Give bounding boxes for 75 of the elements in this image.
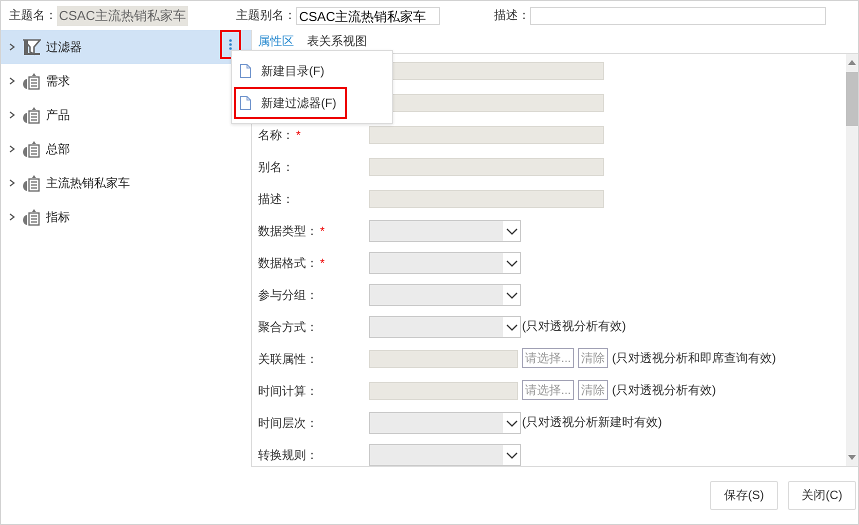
required-mark: *	[296, 128, 301, 142]
scroll-thumb[interactable]	[846, 72, 858, 126]
table-icon	[23, 72, 41, 90]
tree-item[interactable]: 总部	[1, 132, 251, 166]
field-label: 参与分组：	[258, 288, 318, 302]
field-label: 关联属性：	[258, 352, 318, 366]
text-field[interactable]	[369, 190, 604, 208]
table-icon	[23, 208, 41, 226]
field-label: 描述：	[258, 192, 294, 206]
tree-label: 总部	[46, 140, 70, 158]
table-icon	[23, 106, 41, 124]
chevron-icon	[9, 179, 15, 187]
scroll-down-icon	[848, 455, 856, 460]
hint-text: (只对透视分析有效)	[612, 382, 716, 398]
hint-text: (只对透视分析新建时有效)	[522, 414, 662, 430]
tree-label: 主流热销私家车	[46, 174, 130, 192]
table-icon	[23, 140, 41, 158]
chevron-icon	[9, 77, 15, 85]
text-field[interactable]	[369, 382, 518, 400]
hint-text: (只对透视分析有效)	[522, 318, 626, 334]
field-label: 名称：	[258, 128, 294, 142]
chevron-down-icon	[506, 260, 518, 266]
input-field[interactable]: CSAC主流热销私家车	[296, 6, 440, 24]
field-label: 聚合方式：	[258, 320, 318, 334]
footer-button[interactable]: 保存(S)	[710, 481, 778, 510]
chevron-icon	[9, 213, 15, 221]
field-label: 时间计算：	[258, 384, 318, 398]
field-label: 时间层次：	[258, 416, 318, 430]
menu-item[interactable]: 新建过滤器(F)	[234, 87, 347, 119]
field-label: 数据类型：	[258, 224, 318, 238]
chevron-down-icon	[506, 324, 518, 330]
chevron-down-icon	[506, 292, 518, 298]
field-label: 别名：	[258, 160, 294, 174]
chevron-down-icon	[506, 452, 518, 458]
text-field[interactable]	[369, 158, 604, 176]
hint-text: (只对透视分析和即席查询有效)	[612, 350, 776, 366]
tree-label: 过滤器	[46, 38, 82, 56]
tree-item[interactable]: 过滤器	[1, 30, 251, 64]
dropdown[interactable]	[369, 412, 521, 434]
required-mark: *	[320, 224, 325, 238]
field-label: 数据格式：	[258, 256, 318, 270]
chevron-icon	[9, 43, 15, 51]
chevron-icon	[9, 111, 15, 119]
dropdown[interactable]	[369, 252, 521, 274]
more-icon	[229, 39, 232, 50]
document-icon	[240, 96, 251, 110]
dropdown[interactable]	[369, 220, 521, 242]
scroll-up-icon	[848, 60, 856, 65]
filter-icon	[23, 38, 41, 56]
document-icon	[240, 64, 251, 78]
text-field[interactable]	[369, 126, 604, 144]
tree-item[interactable]: 主流热销私家车	[1, 166, 251, 200]
field-label: 描述：	[494, 7, 530, 24]
required-mark: *	[320, 256, 325, 270]
table-icon	[23, 174, 41, 192]
input-field[interactable]	[530, 6, 826, 24]
dropdown[interactable]	[369, 444, 521, 466]
dropdown[interactable]	[369, 284, 521, 306]
tree-label: 指标	[46, 208, 70, 226]
text-field[interactable]	[369, 350, 518, 368]
chevron-down-icon	[506, 228, 518, 234]
footer-button[interactable]: 关闭(C)	[788, 481, 856, 510]
chevron-icon	[9, 145, 15, 153]
field-label: 主题别名：	[236, 7, 296, 24]
scrollbar[interactable]	[846, 54, 858, 466]
tab[interactable]: 属性区	[258, 33, 294, 50]
tree-label: 需求	[46, 72, 70, 90]
tree-item[interactable]: 指标	[1, 200, 251, 234]
readonly-field: CSAC主流热销私家车	[57, 6, 188, 26]
tree-label: 产品	[46, 106, 70, 124]
field-label: 主题名：	[9, 7, 57, 24]
tab[interactable]: 表关系视图	[307, 33, 367, 50]
field-label: 转换规则：	[258, 448, 318, 462]
dropdown[interactable]	[369, 316, 521, 338]
chevron-down-icon	[506, 420, 518, 426]
